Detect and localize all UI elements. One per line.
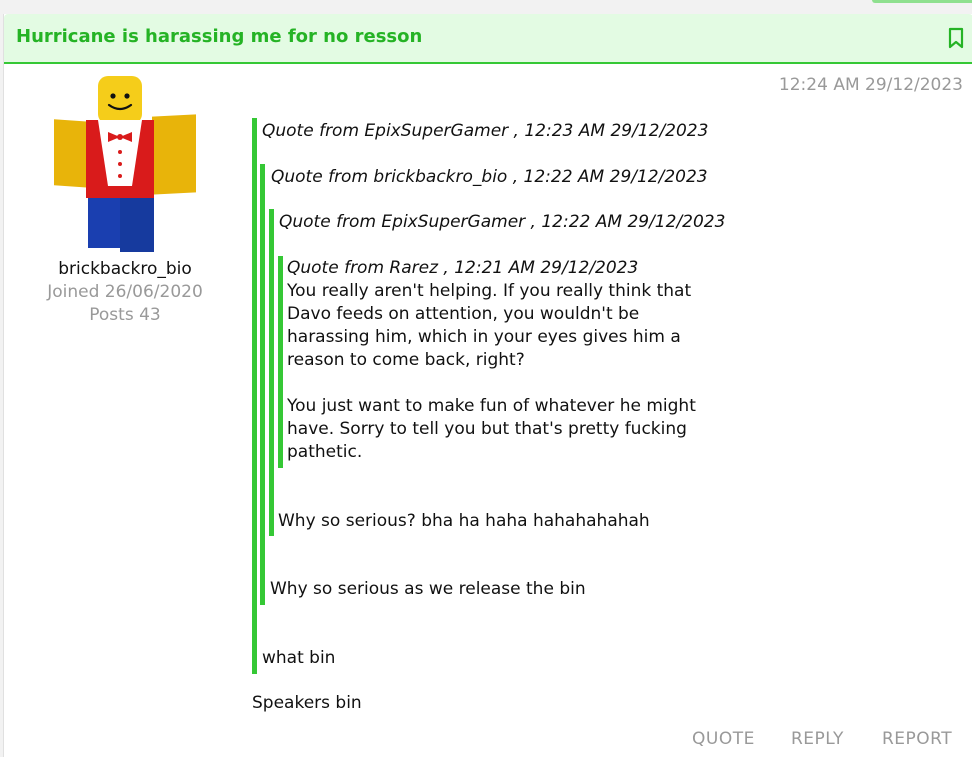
quote-block-4: Quote from Rarez , 12:21 AM 29/12/2023 Y…	[278, 256, 818, 468]
author-post-count: Posts 43	[89, 305, 161, 325]
post-timestamp: 12:24 AM 29/12/2023	[778, 75, 963, 95]
quote-4-line: have. Sorry to tell you but that's prett…	[287, 419, 687, 439]
quote-4-line: You just want to make fun of whatever he…	[287, 396, 696, 416]
quote-4-line: Davo feeds on attention, you wouldn't be	[287, 304, 640, 324]
quote-2-header: Quote from brickbackro_bio , 12:22 AM 29…	[271, 167, 708, 187]
avatar[interactable]	[50, 74, 200, 254]
bookmark-icon[interactable]	[946, 26, 966, 50]
quote-button[interactable]: QUOTE	[692, 729, 755, 749]
quote-4-line: harassing him, which in your eyes gives …	[287, 327, 681, 347]
post-body: Speakers bin	[252, 693, 362, 713]
forum-post: Hurricane is harassing me for no resson …	[3, 14, 972, 757]
quote-1-header: Quote from EpixSuperGamer , 12:23 AM 29/…	[262, 121, 709, 141]
quote-4-line: reason to come back, right?	[287, 350, 525, 370]
reply-button[interactable]: REPLY	[791, 729, 844, 749]
quote-3-reply: Why so serious? bha ha haha hahahahahah	[278, 511, 650, 531]
author-username[interactable]: brickbackro_bio	[4, 259, 246, 279]
quote-2-reply: Why so serious as we release the bin	[270, 579, 586, 599]
author-joined-date: Joined 26/06/2020	[47, 282, 203, 302]
quote-3-header: Quote from EpixSuperGamer , 12:22 AM 29/…	[279, 212, 726, 232]
post-header: Hurricane is harassing me for no resson	[4, 14, 972, 64]
report-button[interactable]: REPORT	[882, 729, 952, 749]
quote-4-line: You really aren't helping. If you really…	[287, 281, 692, 301]
quote-4-header: Quote from Rarez , 12:21 AM 29/12/2023	[287, 258, 639, 278]
quote-1-reply: what bin	[262, 648, 336, 668]
quote-4-line: pathetic.	[287, 442, 363, 462]
top-tab-edge	[872, 0, 972, 3]
post-title: Hurricane is harassing me for no resson	[16, 26, 423, 47]
